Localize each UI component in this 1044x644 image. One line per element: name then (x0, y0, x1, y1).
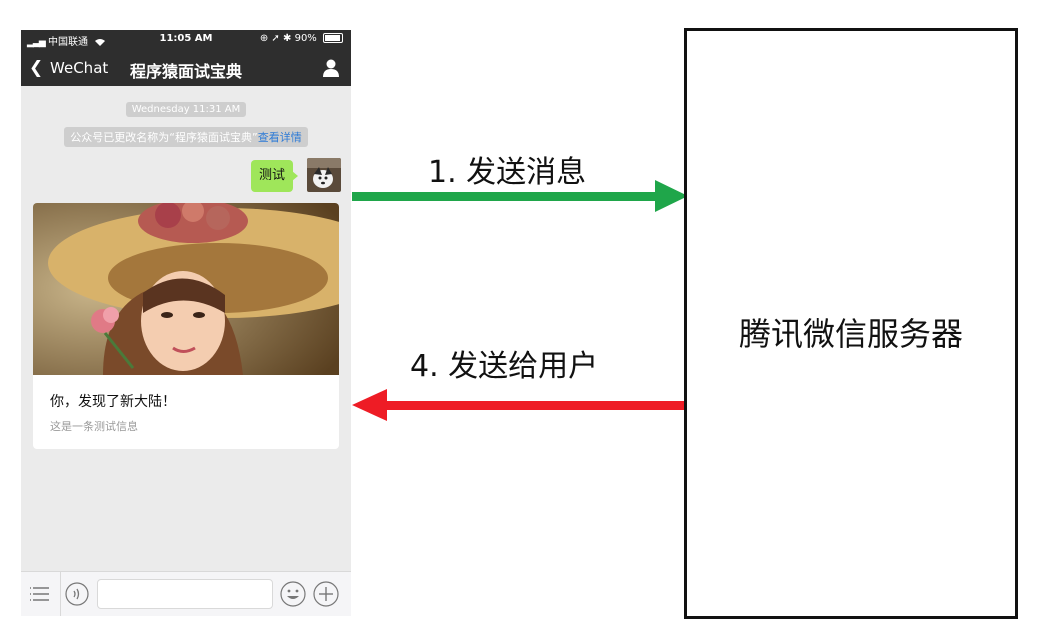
emoji-icon[interactable] (280, 581, 306, 607)
profile-icon[interactable] (321, 58, 341, 78)
message-timestamp: Wednesday 11:31 AM (125, 102, 247, 117)
article-card[interactable]: 你，发现了新大陆！ 这是一条测试信息 (33, 203, 339, 449)
back-button[interactable]: ❮ WeChat (29, 58, 108, 78)
back-label: WeChat (50, 59, 109, 77)
plus-icon[interactable] (313, 581, 339, 607)
wechat-phone-screen: ▂▃▅ 中国联通 11:05 AM ⊕ ➚ ✱ 90% ❮ WeChat 程序猿… (21, 30, 351, 616)
nav-bar: ❮ WeChat 程序猿面试宝典 (21, 50, 351, 86)
input-bar (21, 571, 351, 616)
view-details-link[interactable]: 查看详情 (258, 131, 302, 144)
menu-icon[interactable] (29, 584, 53, 604)
article-description: 这是一条测试信息 (50, 420, 138, 433)
status-bar: ▂▃▅ 中国联通 11:05 AM ⊕ ➚ ✱ 90% (21, 30, 351, 50)
battery-icon (323, 33, 343, 43)
system-note-text: 公众号已更改名称为“程序猿面试宝典” (70, 131, 258, 144)
user-avatar[interactable] (307, 158, 341, 192)
lock-rotation-icon: ⊕ (259, 33, 269, 44)
send-message-label: 1. 发送消息 (428, 155, 587, 190)
location-icon: ➚ (271, 33, 280, 44)
system-note: 公众号已更改名称为“程序猿面试宝典”查看详情 (64, 127, 308, 147)
article-title: 你，发现了新大陆！ (50, 394, 176, 410)
chevron-left-icon: ❮ (29, 58, 44, 78)
input-divider (60, 572, 61, 616)
wechat-server-box: 腾讯微信服务器 (684, 28, 1018, 619)
timestamp-row: Wednesday 11:31 AM (21, 97, 351, 117)
system-note-row: 公众号已更改名称为“程序猿面试宝典”查看详情 (21, 126, 351, 147)
send-to-user-label: 4. 发送给用户 (410, 349, 599, 384)
battery-percent: 90% (294, 33, 317, 44)
status-right: ⊕ ➚ ✱ 90% (260, 33, 343, 44)
sent-message-bubble[interactable]: 测试 (251, 160, 299, 192)
bluetooth-icon: ✱ (283, 33, 292, 44)
voice-icon[interactable] (65, 582, 89, 606)
server-label: 腾讯微信服务器 (738, 315, 963, 353)
send-to-user-arrow (352, 389, 688, 421)
article-cover-image (33, 203, 339, 375)
message-input[interactable] (97, 579, 273, 609)
